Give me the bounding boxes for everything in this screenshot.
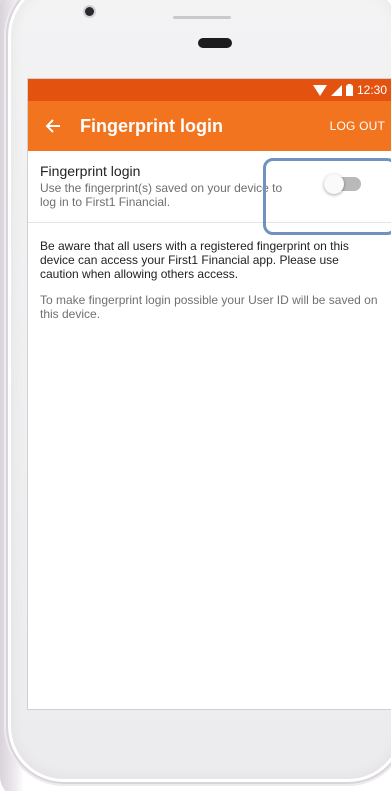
page-title: Fingerprint login — [80, 115, 223, 136]
warning-text: Be aware that all users with a registere… — [40, 239, 349, 281]
logout-button[interactable]: LOG OUT — [328, 113, 387, 139]
arrow-back-icon[interactable] — [42, 115, 64, 137]
status-bar: 12:30 — [28, 79, 391, 101]
front-camera — [85, 7, 94, 16]
device-mockup: 12:30 Fingerprint login LOG OUT Fingerpr… — [0, 0, 391, 791]
app-bar: Fingerprint login LOG OUT — [28, 101, 391, 151]
battery-icon — [345, 84, 353, 96]
toggle-highlight-callout — [263, 158, 391, 235]
earpiece-speaker — [198, 38, 232, 48]
user-id-note: To make fingerprint login possible your … — [40, 293, 378, 321]
signal-icon — [330, 84, 342, 96]
wifi-icon — [312, 84, 327, 96]
speaker-grille — [173, 16, 231, 19]
info-section: Be aware that all users with a registere… — [28, 223, 391, 321]
setting-description: Use the fingerprint(s) saved on your dev… — [40, 181, 283, 209]
status-time: 12:30 — [356, 83, 387, 97]
